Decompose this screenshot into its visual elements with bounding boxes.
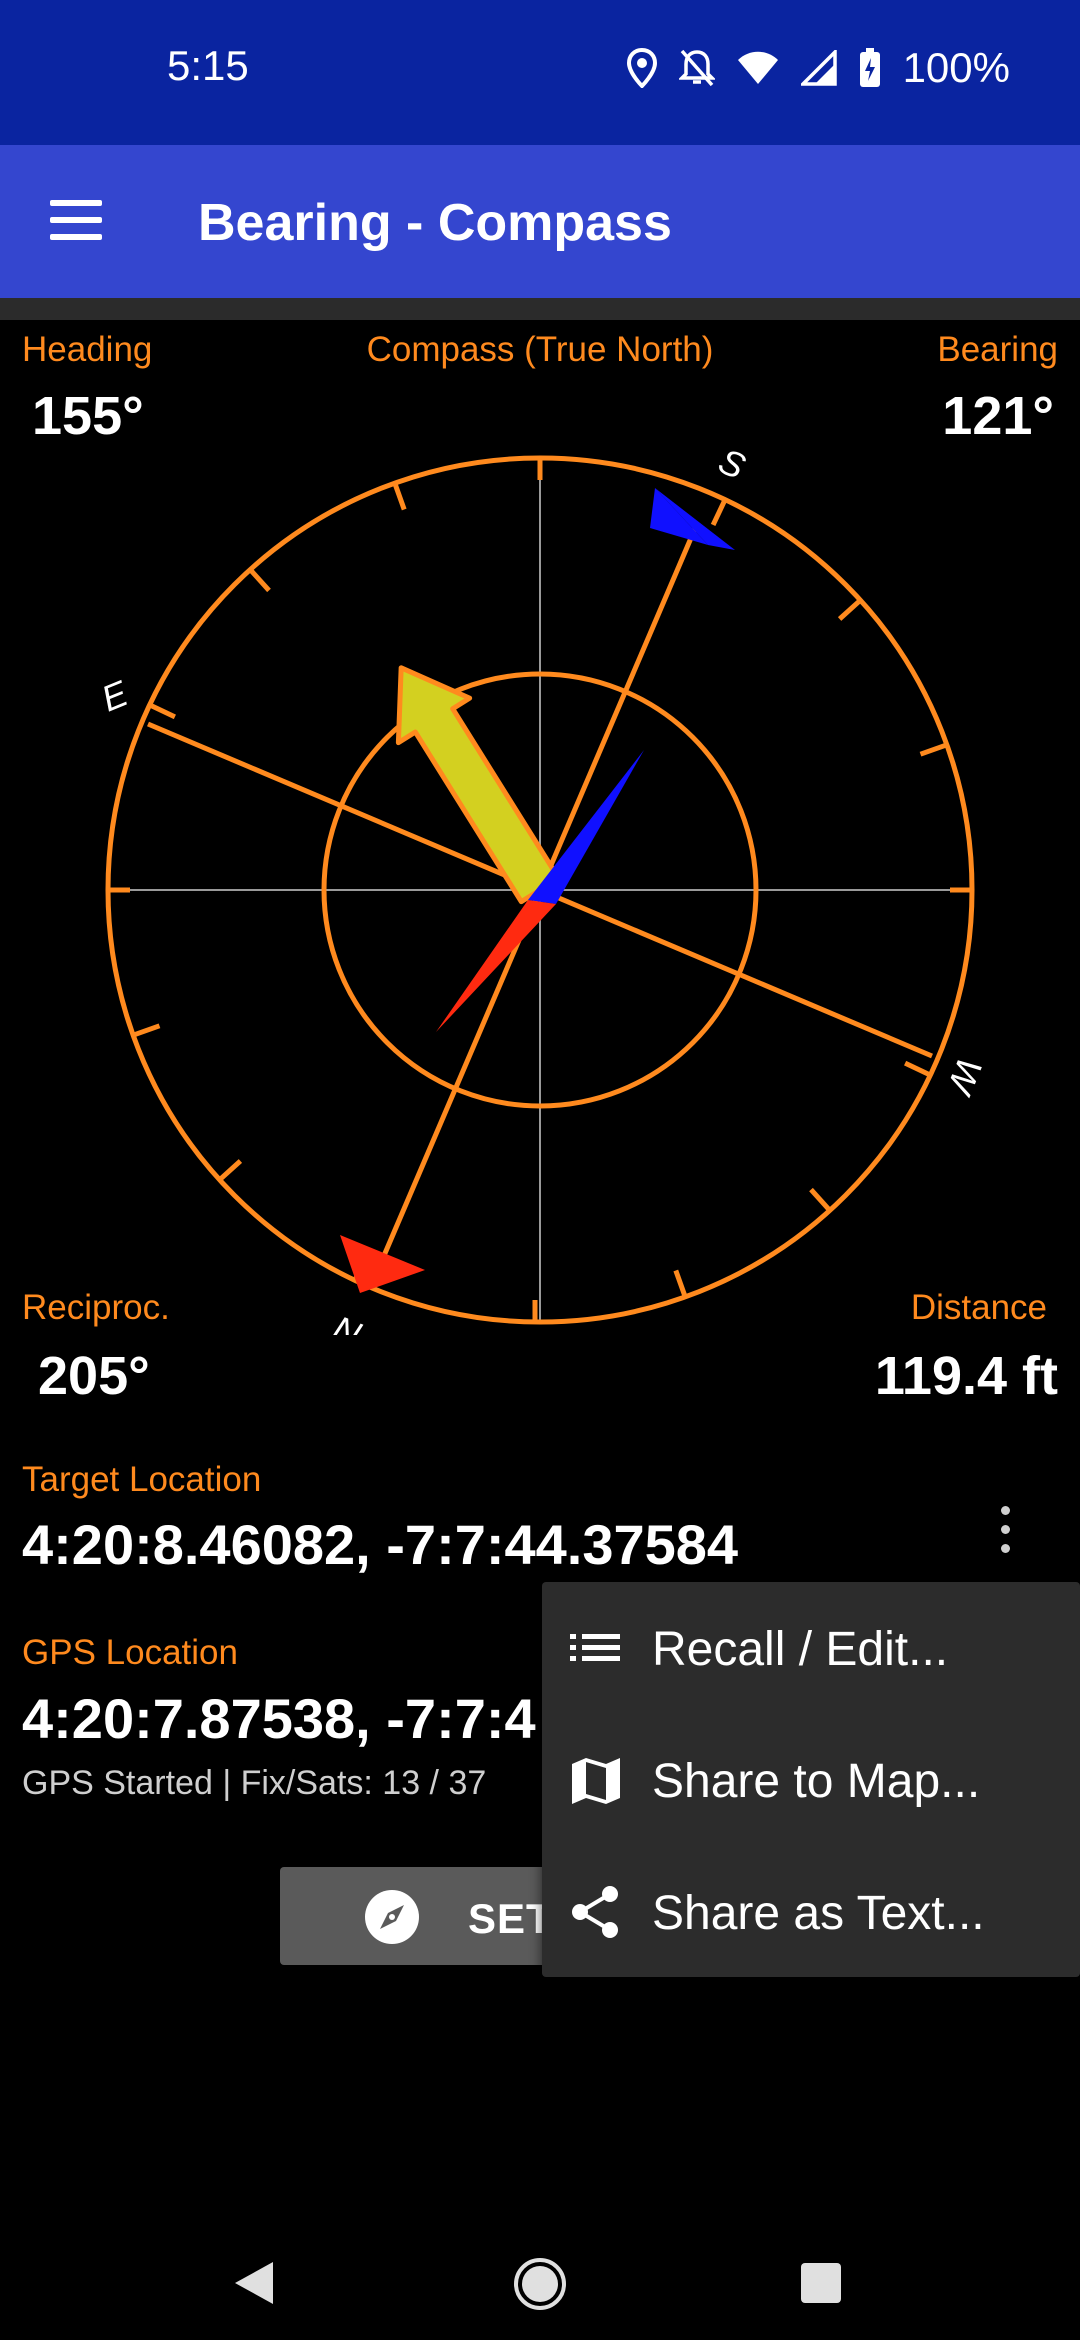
gps-status: GPS Started | Fix/Sats: 13 / 37 (22, 1764, 487, 1802)
menu-item-recall-edit[interactable]: Recall / Edit... (542, 1582, 1080, 1712)
cardinal-e: E (96, 672, 135, 719)
needle-north-icon (436, 900, 556, 1032)
tick-mark (673, 1269, 688, 1298)
share-icon (572, 1886, 618, 1938)
list-icon (570, 1634, 620, 1661)
cell-signal-icon (800, 50, 837, 86)
tick-mark (837, 598, 863, 621)
north-marker-icon (340, 1235, 425, 1293)
target-location-value: 4:20:8.46082, -7:7:44.37584 (22, 1513, 739, 1576)
status-time: 5:15 (167, 42, 249, 89)
bearing-label: Bearing (937, 330, 1058, 369)
back-icon[interactable] (233, 2260, 275, 2306)
app-title: Bearing - Compass (198, 194, 672, 252)
status-icons: 100% (626, 44, 1010, 92)
divider (0, 298, 1080, 320)
status-bar: 5:15 100% (0, 0, 1080, 145)
compass-dial: E S N W (96, 445, 985, 1335)
compass-icon (365, 1890, 419, 1944)
cardinal-n: N (327, 1307, 367, 1335)
tick-mark (132, 1023, 161, 1038)
menu-item-label: Recall / Edit... (652, 1623, 949, 1676)
recents-icon[interactable] (800, 2262, 842, 2304)
distance-label: Distance (910, 1288, 1047, 1327)
tick-mark (248, 567, 271, 593)
battery-percent: 100% (902, 44, 1010, 91)
tick-mark (217, 1159, 243, 1182)
reciprocal-label: Reciproc. (22, 1288, 170, 1327)
tick-mark (392, 482, 407, 511)
home-icon[interactable] (513, 2257, 567, 2311)
menu-icon (50, 200, 102, 206)
notifications-off-icon (678, 49, 715, 87)
overflow-menu-button[interactable] (985, 1500, 1025, 1560)
wifi-icon (737, 51, 778, 84)
reciprocal-value: 205° (38, 1346, 150, 1406)
more-vert-icon (1001, 1506, 1010, 1515)
tick-mark (919, 742, 948, 757)
tick-mark (710, 498, 728, 526)
distance-value: 119.4 ft (874, 1346, 1058, 1406)
app-bar: Bearing - Compass (0, 145, 1080, 298)
gps-location-value: 4:20:7.87538, -7:7:4 (22, 1687, 536, 1750)
menu-item-share-as-text[interactable]: Share as Text... (542, 1846, 1080, 1976)
heading-value: 155° (32, 386, 144, 446)
popup-menu: Recall / Edit... Share to Map... Share a… (542, 1582, 1080, 1977)
map-icon (572, 1758, 620, 1804)
compass-mode-label: Compass (True North) (366, 330, 714, 369)
needle-south-icon (528, 750, 644, 904)
target-location-label: Target Location (22, 1460, 262, 1499)
cardinal-s: S (713, 445, 752, 487)
menu-button[interactable] (40, 190, 115, 252)
tick-mark (148, 702, 176, 720)
location-icon (626, 48, 657, 88)
gps-location-label: GPS Location (22, 1633, 238, 1672)
bearing-value: 121° (942, 386, 1054, 446)
set-button-label: SET (468, 1895, 553, 1942)
menu-item-share-to-map[interactable]: Share to Map... (542, 1714, 1080, 1844)
menu-item-label: Share as Text... (652, 1887, 985, 1940)
cardinal-w: W (939, 1052, 985, 1102)
tick-mark (809, 1187, 832, 1213)
navigation-bar (0, 2210, 1080, 2340)
battery-charging-icon (859, 48, 880, 87)
tick-mark (904, 1060, 932, 1078)
menu-item-label: Share to Map... (652, 1755, 981, 1808)
